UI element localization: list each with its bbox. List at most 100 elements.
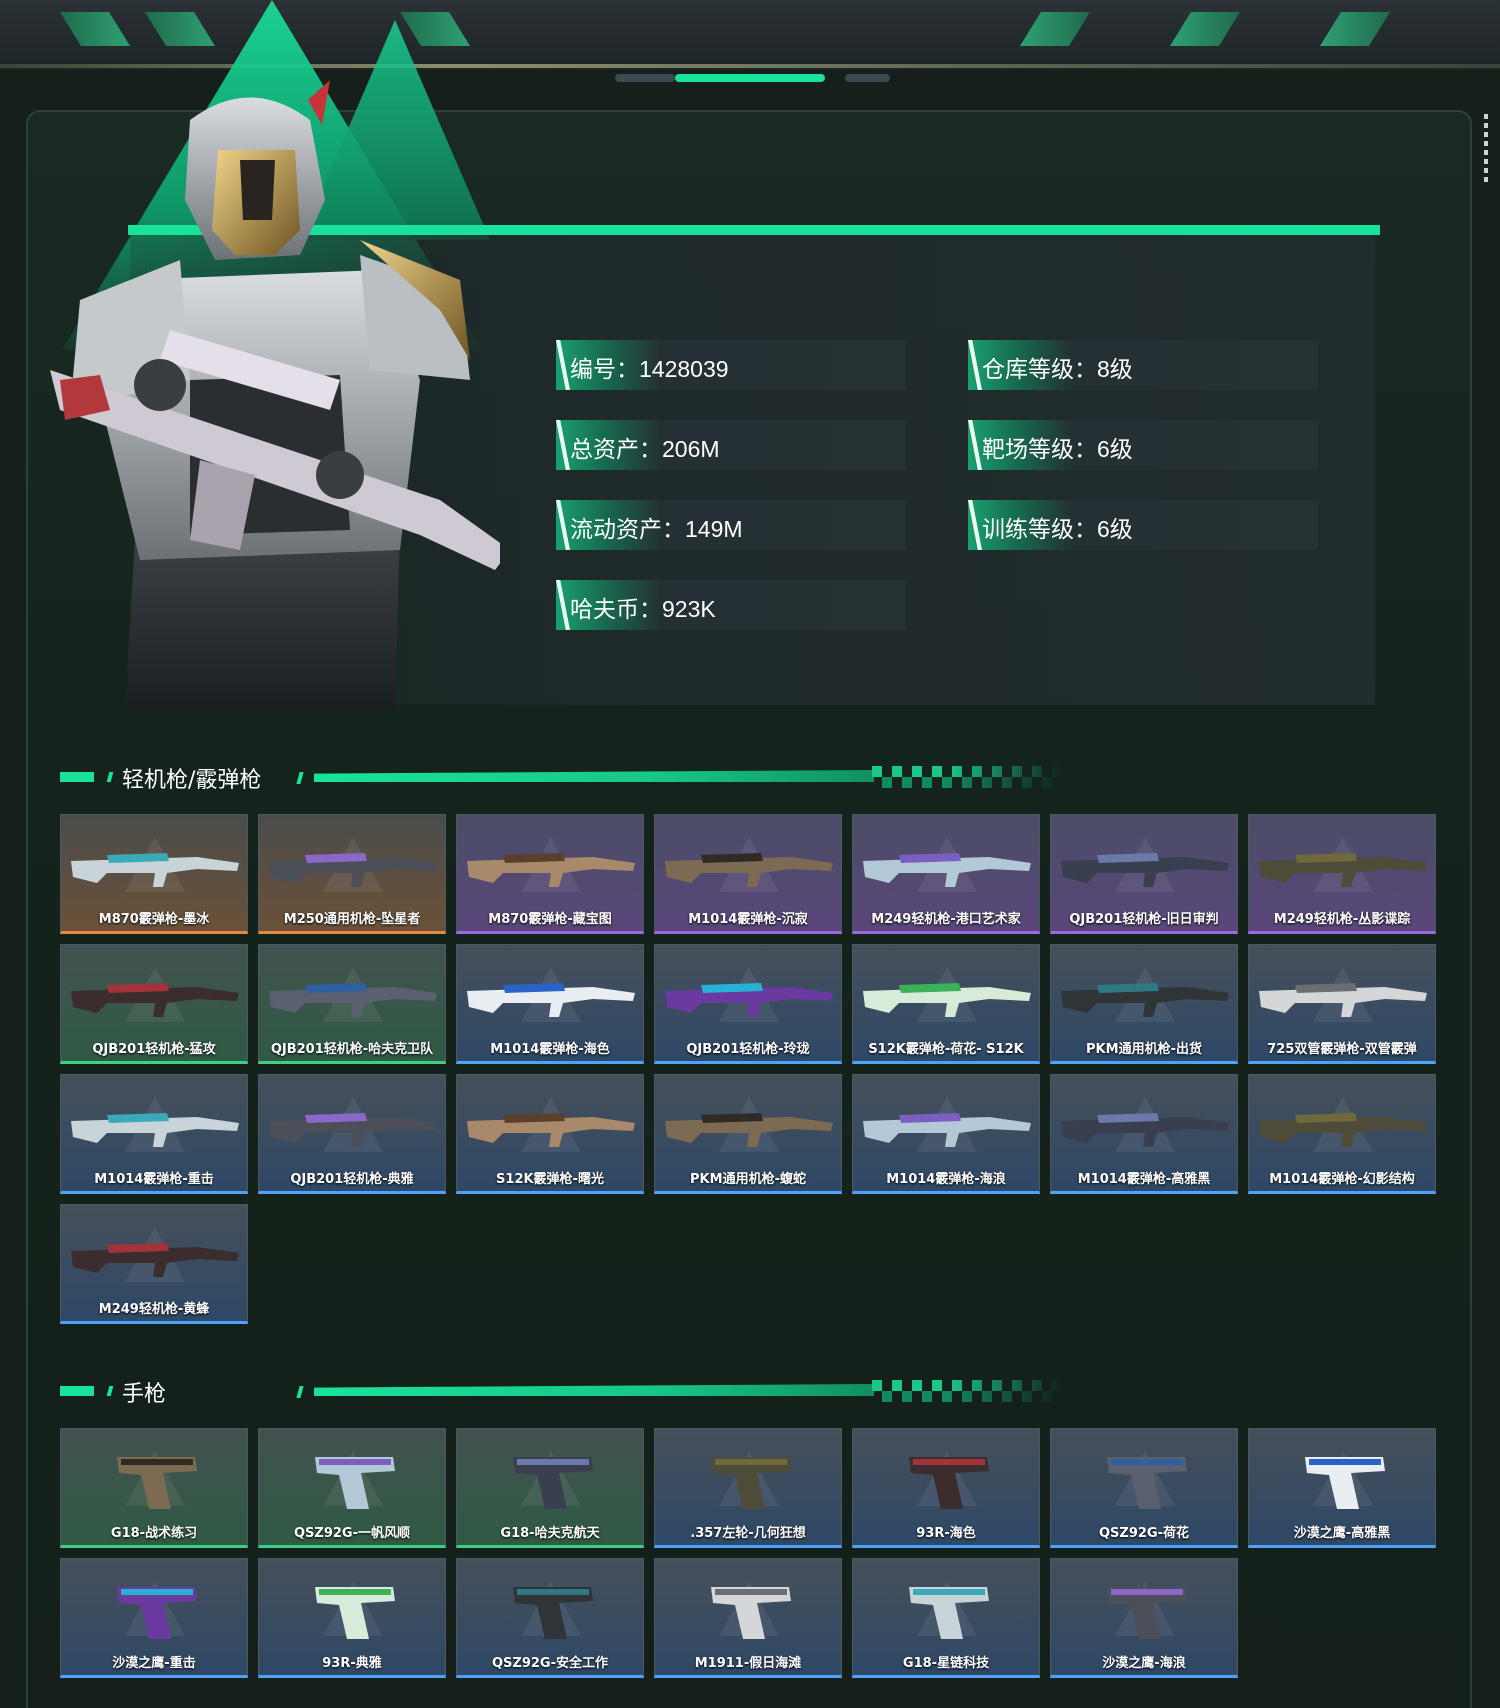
- weapon-name: M1014霰弹枪-幻影结构: [1269, 1172, 1415, 1187]
- weapon-name: G18-战术练习: [110, 1526, 198, 1541]
- weapon-name: QSZ92G-荷花: [1099, 1526, 1189, 1541]
- weapon-card[interactable]: M1014霰弹枪-海浪: [852, 1074, 1040, 1194]
- weapon-card[interactable]: M870霰弹枪-墨冰: [60, 814, 248, 934]
- weapon-name: M1014霰弹枪-海色: [490, 1042, 610, 1057]
- weapon-name: 沙漠之鹰-海浪: [1102, 1656, 1186, 1671]
- weapon-card[interactable]: M1911-假日海滩: [654, 1558, 842, 1678]
- weapon-card[interactable]: .357左轮-几何狂想: [654, 1428, 842, 1548]
- stat-id: 编号：1428039: [556, 340, 906, 390]
- weapon-card[interactable]: QJB201轻机枪-典雅: [258, 1074, 446, 1194]
- weapon-card[interactable]: M249轻机枪-黄蜂: [60, 1204, 248, 1324]
- weapon-name: M870霰弹枪-藏宝图: [488, 912, 612, 927]
- header-dash-decor: [60, 772, 94, 782]
- stat-liquid-assets: 流动资产：149M: [556, 500, 906, 550]
- weapon-card[interactable]: QJB201轻机枪-玲珑: [654, 944, 842, 1064]
- weapon-name: M1014霰弹枪-高雅黑: [1077, 1172, 1211, 1187]
- header-bar-decor: [314, 1384, 874, 1396]
- weapon-name: M1014霰弹枪-重击: [94, 1172, 214, 1187]
- header-bar-decor: [314, 770, 874, 782]
- stat-label: 仓库等级：: [982, 356, 1097, 382]
- weapon-card[interactable]: M1014霰弹枪-重击: [60, 1074, 248, 1194]
- weapon-name: QSZ92G-一帆风顺: [294, 1526, 410, 1541]
- weapon-card[interactable]: M1014霰弹枪-海色: [456, 944, 644, 1064]
- weapon-card[interactable]: M250通用机枪-坠星者: [258, 814, 446, 934]
- stat-label: 训练等级：: [982, 516, 1097, 542]
- weapon-name: G18-哈夫克航天: [500, 1526, 600, 1541]
- weapon-name: M249轻机枪-港口艺术家: [871, 912, 1021, 927]
- weapon-card[interactable]: QJB201轻机枪-猛攻: [60, 944, 248, 1064]
- header-dash-decor: [296, 1386, 304, 1398]
- banner-chevron-icon: [60, 12, 130, 46]
- weapon-card[interactable]: QJB201轻机枪-旧日审判: [1050, 814, 1238, 934]
- weapon-card[interactable]: 93R-典雅: [258, 1558, 446, 1678]
- weapon-card[interactable]: M1014霰弹枪-沉寂: [654, 814, 842, 934]
- stat-training-level: 训练等级：6级: [968, 500, 1318, 550]
- banner-divider: [0, 64, 1500, 68]
- weapon-name: .357左轮-几何狂想: [690, 1526, 806, 1541]
- banner-pill: [615, 74, 675, 82]
- weapon-card[interactable]: M870霰弹枪-藏宝图: [456, 814, 644, 934]
- weapon-card[interactable]: G18-星链科技: [852, 1558, 1040, 1678]
- weapon-name: 沙漠之鹰-重击: [112, 1656, 196, 1671]
- weapon-card[interactable]: QSZ92G-荷花: [1050, 1428, 1238, 1548]
- weapon-name: QJB201轻机枪-旧日审判: [1069, 912, 1219, 927]
- weapon-card[interactable]: M1014霰弹枪-高雅黑: [1050, 1074, 1238, 1194]
- vertical-dots-icon[interactable]: [1484, 114, 1488, 184]
- header-dash-decor: [296, 772, 304, 784]
- weapon-card[interactable]: 93R-海色: [852, 1428, 1040, 1548]
- weapon-name: QJB201轻机枪-典雅: [290, 1172, 414, 1187]
- weapon-card[interactable]: M1014霰弹枪-幻影结构: [1248, 1074, 1436, 1194]
- stat-range-level: 靶场等级：6级: [968, 420, 1318, 470]
- weapon-card[interactable]: G18-战术练习: [60, 1428, 248, 1548]
- banner-chevron-icon: [400, 12, 470, 46]
- header-dash-decor: [106, 1386, 114, 1396]
- weapon-name: QSZ92G-安全工作: [492, 1656, 608, 1671]
- weapon-name: QJB201轻机枪-猛攻: [92, 1042, 216, 1057]
- weapon-name: M249轻机枪-丛影谍踪: [1273, 912, 1411, 927]
- weapon-card[interactable]: PKM通用机枪-出货: [1050, 944, 1238, 1064]
- weapon-name: 725双管霰弹枪-双管霰弹: [1267, 1042, 1417, 1057]
- stat-total-assets: 总资产：206M: [556, 420, 906, 470]
- weapon-name: M1911-假日海滩: [694, 1656, 802, 1671]
- weapon-name: M249轻机枪-黄蜂: [98, 1302, 210, 1317]
- weapon-name: PKM通用机枪-出货: [1086, 1042, 1202, 1057]
- stat-value: 6级: [1097, 516, 1133, 542]
- weapon-card[interactable]: M249轻机枪-港口艺术家: [852, 814, 1040, 934]
- weapon-card[interactable]: M249轻机枪-丛影谍踪: [1248, 814, 1436, 934]
- stat-value: 149M: [685, 516, 743, 542]
- weapon-name: 沙漠之鹰-高雅黑: [1293, 1526, 1391, 1541]
- weapon-card[interactable]: 725双管霰弹枪-双管霰弹: [1248, 944, 1436, 1064]
- weapon-card[interactable]: 沙漠之鹰-高雅黑: [1248, 1428, 1436, 1548]
- weapon-card[interactable]: G18-哈夫克航天: [456, 1428, 644, 1548]
- weapon-name: 93R-海色: [916, 1526, 976, 1541]
- weapon-name: S12K霰弹枪-荷花- S12K: [868, 1042, 1024, 1057]
- section-header-lmg-shotgun: 轻机枪/霰弹枪: [60, 758, 1070, 798]
- stat-label: 流动资产：: [570, 516, 685, 542]
- weapon-name: 93R-典雅: [322, 1656, 382, 1671]
- weapon-card[interactable]: 沙漠之鹰-海浪: [1050, 1558, 1238, 1678]
- stat-value: 923K: [662, 596, 716, 622]
- header-checker-decor: [872, 766, 1062, 788]
- stat-label: 靶场等级：: [982, 436, 1097, 462]
- weapon-name: QJB201轻机枪-哈夫克卫队: [270, 1042, 434, 1057]
- weapon-card[interactable]: QJB201轻机枪-哈夫克卫队: [258, 944, 446, 1064]
- weapon-name: QJB201轻机枪-玲珑: [686, 1042, 810, 1057]
- weapon-card[interactable]: S12K霰弹枪-荷花- S12K: [852, 944, 1040, 1064]
- weapon-card[interactable]: S12K霰弹枪-曙光: [456, 1074, 644, 1194]
- weapon-name: M870霰弹枪-墨冰: [98, 912, 210, 927]
- banner-pill: [845, 74, 890, 82]
- weapon-name: S12K霰弹枪-曙光: [496, 1172, 604, 1187]
- section-title: 轻机枪/霰弹枪: [122, 768, 262, 793]
- banner-pill-active: [675, 74, 825, 82]
- weapon-card[interactable]: QSZ92G-一帆风顺: [258, 1428, 446, 1548]
- header-dash-decor: [60, 1386, 94, 1396]
- banner-chevron-icon: [145, 12, 215, 46]
- weapon-card[interactable]: 沙漠之鹰-重击: [60, 1558, 248, 1678]
- weapon-name: PKM通用机枪-蝮蛇: [690, 1172, 806, 1187]
- weapon-card[interactable]: PKM通用机枪-蝮蛇: [654, 1074, 842, 1194]
- banner-chevron-icon: [1320, 12, 1390, 46]
- stat-value: 1428039: [639, 356, 729, 382]
- weapon-name: M1014霰弹枪-沉寂: [688, 912, 808, 927]
- header-checker-decor: [872, 1380, 1062, 1402]
- weapon-card[interactable]: QSZ92G-安全工作: [456, 1558, 644, 1678]
